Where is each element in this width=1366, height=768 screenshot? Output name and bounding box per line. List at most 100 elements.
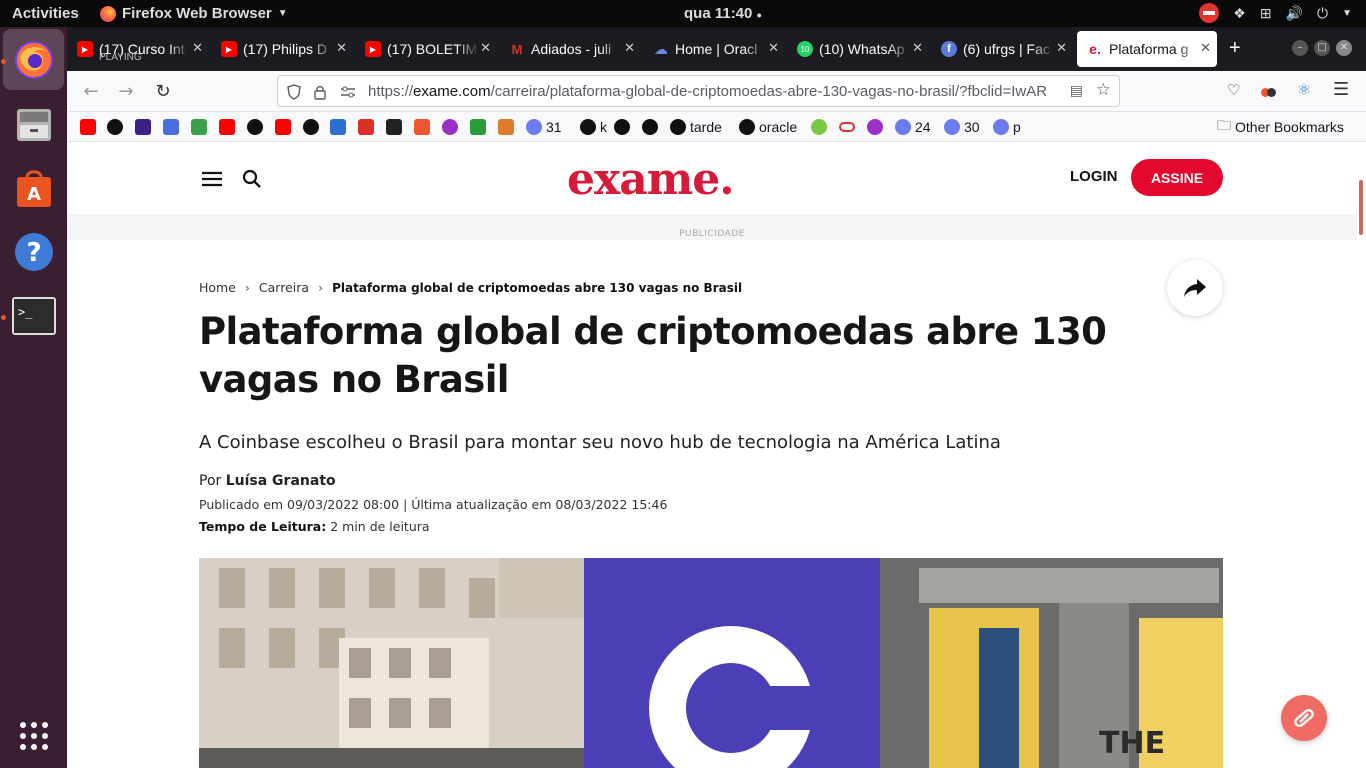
bookmark-item[interactable] bbox=[330, 118, 346, 136]
system-tray[interactable]: ❖ ⊞ 🔊 ⏻ ▼ bbox=[1199, 3, 1352, 23]
tab-0[interactable]: ▶ (17) Curso Int PLAYING ✕ bbox=[67, 31, 209, 67]
chevron-right-icon: › bbox=[244, 280, 250, 295]
breadcrumb: Home › Carreira › Plataforma global de cript… bbox=[199, 280, 742, 295]
tab-1[interactable]: ▶ (17) Philips D ✕ bbox=[211, 31, 353, 67]
subscribe-button[interactable]: ASSINE bbox=[1131, 159, 1223, 196]
bookmark-item[interactable] bbox=[442, 118, 458, 136]
menu-icon[interactable]: ☰ bbox=[1333, 79, 1349, 100]
tab-5[interactable]: 10 (10) WhatsAp ✕ bbox=[787, 31, 929, 67]
bookmark-item[interactable] bbox=[839, 118, 855, 136]
scrollbar-thumb[interactable] bbox=[1359, 180, 1363, 235]
firefox-icon bbox=[100, 5, 116, 22]
close-icon[interactable]: ✕ bbox=[912, 40, 923, 56]
close-icon[interactable]: ✕ bbox=[480, 40, 491, 56]
bookmark-item[interactable] bbox=[80, 118, 96, 136]
dock-software[interactable]: A bbox=[3, 157, 64, 218]
reload-icon[interactable]: ↻ bbox=[152, 81, 174, 102]
close-icon[interactable]: ✕ bbox=[192, 40, 203, 56]
author-link[interactable]: Luísa Granato bbox=[226, 473, 336, 489]
page-scrollbar[interactable] bbox=[1357, 142, 1366, 768]
bookmark-item[interactable] bbox=[414, 118, 430, 136]
new-tab-button[interactable]: + bbox=[1229, 37, 1241, 60]
bookmark-item[interactable] bbox=[642, 118, 658, 136]
pocket-icon[interactable]: ♡ bbox=[1227, 81, 1240, 99]
breadcrumb-section[interactable]: Carreira bbox=[259, 280, 309, 295]
activities-button[interactable]: Activities bbox=[12, 5, 79, 22]
extension-icon[interactable] bbox=[1261, 82, 1279, 98]
close-window-icon[interactable]: ✕ bbox=[1336, 40, 1352, 56]
bookmark-item[interactable] bbox=[470, 118, 486, 136]
bookmark-item[interactable] bbox=[191, 118, 207, 136]
minimize-icon[interactable]: – bbox=[1292, 40, 1308, 56]
app-menu[interactable]: Firefox Web Browser ▼ bbox=[100, 5, 288, 22]
system-top-bar: Activities Firefox Web Browser ▼ qua 11:… bbox=[0, 0, 1366, 27]
breadcrumb-home[interactable]: Home bbox=[199, 280, 236, 295]
dock-help[interactable]: ? bbox=[3, 221, 64, 282]
do-not-disturb-icon[interactable] bbox=[1199, 3, 1220, 23]
bookmark-item[interactable]: 31 bbox=[526, 118, 562, 136]
volume-icon[interactable]: 🔊 bbox=[1286, 5, 1303, 22]
react-devtools-icon[interactable]: ⚛ bbox=[1297, 80, 1311, 99]
chevron-down-icon[interactable]: ▼ bbox=[1342, 8, 1352, 19]
bookmark-star-icon[interactable]: ☆ bbox=[1096, 80, 1111, 100]
bookmark-item[interactable] bbox=[163, 118, 179, 136]
dock-firefox[interactable] bbox=[3, 29, 64, 90]
floating-action-button[interactable] bbox=[1281, 695, 1327, 741]
tab-3[interactable]: M Adiados - juli ✕ bbox=[499, 31, 641, 67]
bookmark-item[interactable] bbox=[386, 118, 402, 136]
bookmark-item[interactable] bbox=[275, 118, 291, 136]
tab-bar: ▶ (17) Curso Int PLAYING ✕ ▶ (17) Philip… bbox=[67, 27, 1366, 71]
maximize-icon[interactable]: □ bbox=[1314, 40, 1330, 56]
bookmark-item[interactable] bbox=[247, 118, 263, 136]
permissions-icon[interactable] bbox=[340, 85, 356, 99]
tab-4[interactable]: ☁ Home | Oracl ✕ bbox=[643, 31, 785, 67]
back-arrow-icon[interactable]: ← bbox=[80, 81, 102, 102]
bookmark-item[interactable]: oracle bbox=[739, 118, 797, 136]
bookmark-item[interactable]: k bbox=[580, 118, 607, 136]
bookmark-item[interactable] bbox=[867, 118, 883, 136]
show-applications[interactable] bbox=[3, 705, 64, 766]
close-icon[interactable]: ✕ bbox=[768, 40, 779, 56]
close-icon[interactable]: ✕ bbox=[624, 40, 635, 56]
author-prefix: Por bbox=[199, 473, 222, 489]
bookmark-item[interactable] bbox=[107, 118, 123, 136]
article-subtitle: A Coinbase escolheu o Brasil para montar… bbox=[199, 432, 1001, 453]
dock-terminal[interactable]: >_ bbox=[3, 285, 64, 346]
bookmark-item[interactable]: tarde bbox=[670, 118, 722, 136]
exame-logo[interactable]: exame. bbox=[567, 154, 735, 205]
network-icon[interactable]: ⊞ bbox=[1260, 5, 1272, 22]
tab-title: (10) WhatsAp bbox=[819, 41, 905, 57]
bookmark-item[interactable] bbox=[303, 118, 319, 136]
search-icon[interactable] bbox=[242, 169, 262, 189]
bookmark-item[interactable] bbox=[614, 118, 630, 136]
other-bookmarks[interactable]: 🗀 Other Bookmarks bbox=[1217, 117, 1344, 136]
forward-arrow-icon[interactable]: → bbox=[115, 81, 137, 102]
bookmark-item[interactable]: p bbox=[993, 118, 1021, 136]
login-link[interactable]: LOGIN bbox=[1070, 168, 1118, 185]
close-icon[interactable]: ✕ bbox=[336, 40, 347, 56]
address-bar[interactable]: https://exame.com/carreira/plataforma-gl… bbox=[277, 75, 1120, 107]
bookmark-item[interactable]: 30 bbox=[944, 118, 980, 136]
bookmark-item[interactable] bbox=[219, 118, 235, 136]
dock-files[interactable] bbox=[3, 93, 64, 154]
reader-view-icon[interactable]: ▤ bbox=[1070, 82, 1083, 99]
shield-icon[interactable] bbox=[286, 84, 302, 100]
tab-6[interactable]: f (6) ufrgs | Fac ✕ bbox=[931, 31, 1073, 67]
bookmark-item[interactable] bbox=[358, 118, 374, 136]
ad-label: PUBLICIDADE bbox=[679, 229, 745, 239]
clock[interactable]: qua 11:40 ● bbox=[684, 5, 762, 22]
close-icon[interactable]: ✕ bbox=[1200, 40, 1211, 56]
tab-2[interactable]: ▶ (17) BOLETIM ✕ bbox=[355, 31, 497, 67]
lock-icon[interactable] bbox=[313, 84, 327, 100]
bookmark-item[interactable] bbox=[498, 118, 514, 136]
tab-7-active[interactable]: e. Plataforma g ✕ bbox=[1077, 31, 1217, 67]
bookmark-item[interactable]: 24 bbox=[895, 118, 931, 136]
bookmark-item[interactable] bbox=[811, 118, 827, 136]
close-icon[interactable]: ✕ bbox=[1056, 40, 1067, 56]
bookmark-item[interactable] bbox=[135, 118, 151, 136]
share-button[interactable] bbox=[1167, 260, 1223, 316]
chevron-right-icon: › bbox=[318, 280, 324, 295]
dropbox-icon[interactable]: ❖ bbox=[1233, 5, 1246, 22]
power-icon[interactable]: ⏻ bbox=[1317, 5, 1328, 22]
hamburger-menu-icon[interactable] bbox=[202, 171, 222, 187]
